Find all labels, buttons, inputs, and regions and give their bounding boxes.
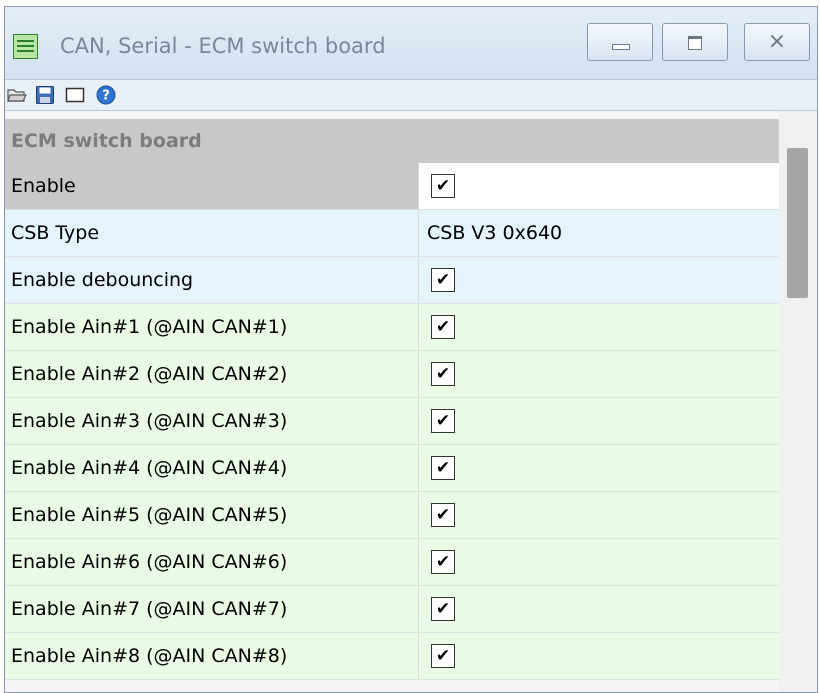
property-row[interactable]: CSB Type CSB V3 0x640 (5, 210, 779, 257)
property-label: Enable Ain#7 (@AIN CAN#7) (5, 586, 419, 632)
property-value[interactable]: ✔ (419, 163, 779, 209)
enable-checkbox[interactable]: ✔ (431, 268, 455, 292)
property-value[interactable]: ✔ (419, 398, 779, 444)
property-label: Enable Ain#2 (@AIN CAN#2) (5, 351, 419, 397)
enable-checkbox[interactable]: ✔ (431, 174, 455, 198)
enable-checkbox[interactable]: ✔ (431, 409, 455, 433)
property-label: Enable Ain#8 (@AIN CAN#8) (5, 633, 419, 679)
property-grid: ECM switch board Enable ✔ CSB Type CSB V3 0… (5, 111, 779, 692)
property-label: Enable Ain#1 (@AIN CAN#1) (5, 304, 419, 350)
close-button[interactable]: ⨯ (744, 23, 810, 61)
open-folder-icon[interactable] (7, 85, 27, 105)
close-icon: ⨯ (767, 29, 787, 54)
svg-text:?: ? (102, 89, 110, 104)
property-value[interactable]: ✔ (419, 586, 779, 632)
property-label: Enable Ain#6 (@AIN CAN#6) (5, 539, 419, 585)
property-label: CSB Type (5, 210, 419, 256)
property-label: Enable Ain#4 (@AIN CAN#4) (5, 445, 419, 491)
property-row[interactable]: Enable Ain#8 (@AIN CAN#8) ✔ (5, 633, 779, 680)
section-header[interactable]: ECM switch board (5, 119, 779, 163)
property-value[interactable]: ✔ (419, 492, 779, 538)
property-grid-icon (13, 34, 38, 59)
property-value[interactable]: CSB V3 0x640 (419, 210, 779, 256)
property-value[interactable]: ✔ (419, 257, 779, 303)
property-row[interactable]: Enable debouncing ✔ (5, 257, 779, 304)
property-label: Enable Ain#3 (@AIN CAN#3) (5, 398, 419, 444)
title-bar[interactable]: CAN, Serial - ECM switch board ⨯ (5, 7, 817, 79)
property-value[interactable]: ✔ (419, 351, 779, 397)
property-value[interactable]: ✔ (419, 445, 779, 491)
enable-checkbox[interactable]: ✔ (431, 503, 455, 527)
property-row[interactable]: Enable ✔ (5, 163, 779, 210)
property-value[interactable]: ✔ (419, 304, 779, 350)
minimize-icon (612, 44, 630, 50)
toolbar: ? (5, 79, 817, 111)
property-row[interactable]: Enable Ain#4 (@AIN CAN#4) ✔ (5, 445, 779, 492)
property-row[interactable]: Enable Ain#6 (@AIN CAN#6) ✔ (5, 539, 779, 586)
enable-checkbox[interactable]: ✔ (431, 315, 455, 339)
property-label: Enable Ain#5 (@AIN CAN#5) (5, 492, 419, 538)
property-row[interactable]: Enable Ain#7 (@AIN CAN#7) ✔ (5, 586, 779, 633)
property-row[interactable]: Enable Ain#3 (@AIN CAN#3) ✔ (5, 398, 779, 445)
property-row[interactable]: Enable Ain#5 (@AIN CAN#5) ✔ (5, 492, 779, 539)
help-icon[interactable]: ? (96, 85, 116, 105)
enable-checkbox[interactable]: ✔ (431, 644, 455, 668)
property-label: Enable (5, 163, 419, 209)
view-icon[interactable] (65, 85, 85, 105)
enable-checkbox[interactable]: ✔ (431, 597, 455, 621)
window-title: CAN, Serial - ECM switch board (60, 34, 386, 58)
save-icon[interactable] (35, 85, 55, 105)
property-value[interactable]: ✔ (419, 633, 779, 679)
enable-checkbox[interactable]: ✔ (431, 456, 455, 480)
maximize-icon (688, 36, 702, 50)
scrollbar-thumb[interactable] (787, 148, 808, 298)
maximize-button[interactable] (662, 23, 728, 61)
property-row[interactable]: Enable Ain#2 (@AIN CAN#2) ✔ (5, 351, 779, 398)
enable-checkbox[interactable]: ✔ (431, 362, 455, 386)
property-row[interactable]: Enable Ain#1 (@AIN CAN#1) ✔ (5, 304, 779, 351)
property-label: Enable debouncing (5, 257, 419, 303)
app-window: CAN, Serial - ECM switch board ⨯ ? ECM s… (4, 6, 818, 693)
vertical-scrollbar[interactable] (779, 111, 817, 692)
minimize-button[interactable] (587, 23, 653, 61)
enable-checkbox[interactable]: ✔ (431, 550, 455, 574)
property-value[interactable]: ✔ (419, 539, 779, 585)
